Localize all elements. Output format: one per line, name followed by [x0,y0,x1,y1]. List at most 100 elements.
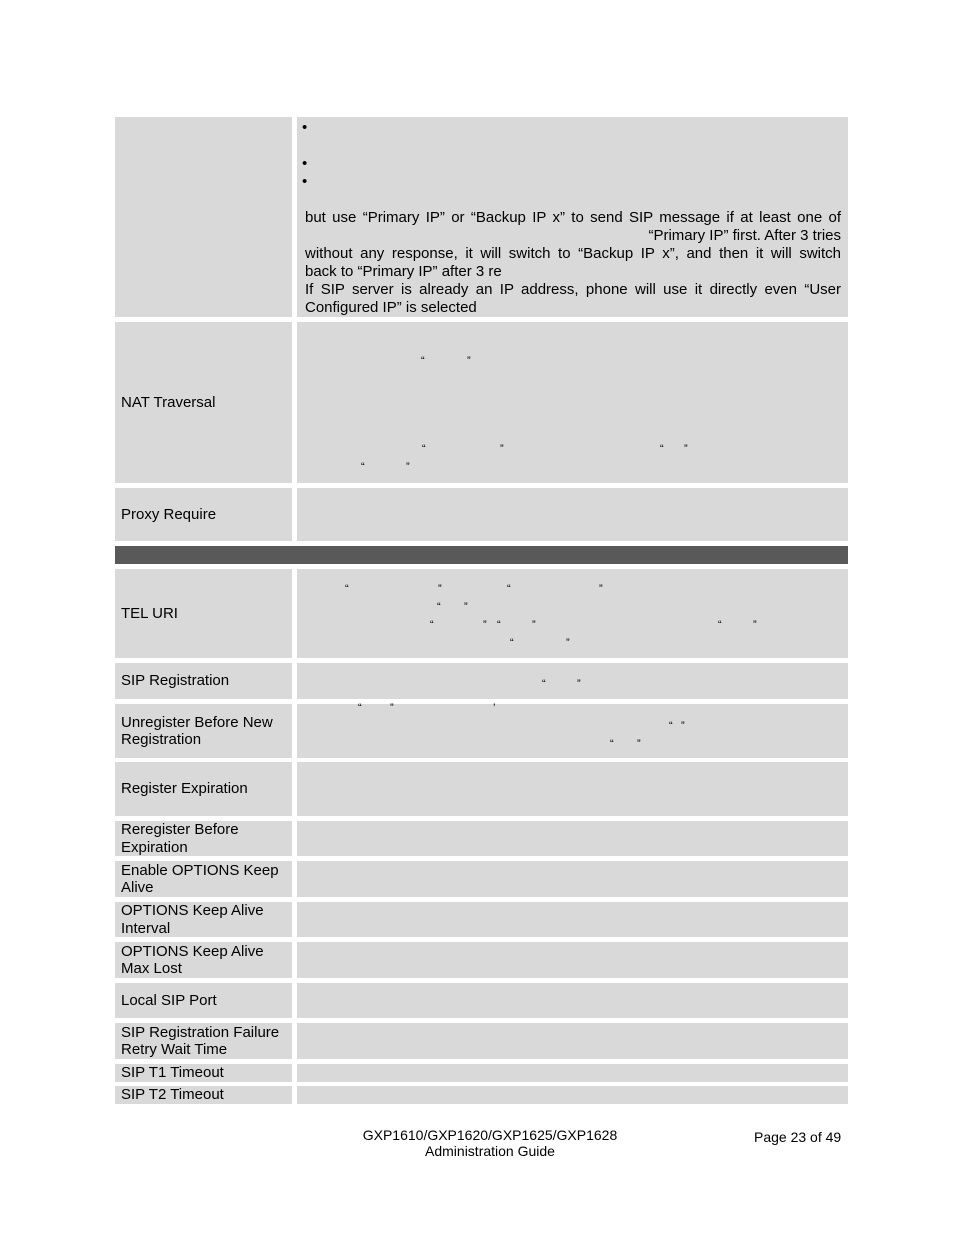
quote-mark: ” [681,720,685,732]
label-cell: Local SIP Port [115,983,292,1018]
label-cell: TEL URI [115,569,292,658]
description-cell [297,821,848,856]
description-cell: “ ” “ ” “ ” “ ” “ ” “ ” “ ” [297,569,848,658]
description-cell [297,861,848,897]
quote-mark: ” [532,619,536,631]
footer-product: GXP1610/GXP1620/GXP1625/GXP1628 [362,1127,618,1143]
quote-mark: “ [660,443,664,455]
quote-mark: “ [437,601,441,613]
description-cell [297,1064,848,1082]
description-line: back to “Primary IP” after 3 re [305,263,502,280]
description-cell: “ ” [297,663,848,699]
row-label: OPTIONS Keep Alive Interval [121,902,264,937]
label-cell: NAT Traversal [115,322,292,483]
quote-mark: ” [599,583,603,595]
table-row-tel-uri: TEL URI “ ” “ ” “ ” “ ” “ ” “ ” “ ” [115,569,848,658]
quote-mark: “ [510,637,514,649]
quote-mark: ” [464,601,468,613]
table-row-sip-t2-timeout: SIP T2 Timeout [115,1086,848,1104]
quote-mark: “ [497,619,501,631]
table-row-nat-traversal: NAT Traversal “ ” “ ” “ ” “ ” [115,322,848,483]
description-cell: “ ” ’ “ ” “ ” [297,702,848,758]
quote-mark: ” [637,738,641,750]
description-cell [297,1086,848,1104]
quote-mark: “ [422,443,426,455]
quote-mark: “ [542,678,546,690]
page-footer: GXP1610/GXP1620/GXP1625/GXP1628 Administ… [340,1127,640,1159]
row-label: Reregister Before Expiration [121,821,239,856]
description-line: “Primary IP” first. After 3 tries [648,227,841,244]
row-label: Enable OPTIONS Keep Alive [121,861,279,897]
quote-mark: ” [577,678,581,690]
quote-mark: ” [483,619,487,631]
quote-mark: ” [438,583,442,595]
table-row-continuation: • • • but use “Primary IP” or “Backup IP… [115,117,848,317]
row-label: SIP T2 Timeout [121,1086,224,1104]
quote-mark: ” [566,637,570,649]
table-row-proxy-require: Proxy Require [115,488,848,541]
bullet: • [302,155,308,172]
label-cell: Unregister Before New Registration [115,704,292,758]
quote-mark: “ [718,619,722,631]
table-row-options-keep-alive-interval: OPTIONS Keep Alive Interval [115,902,848,937]
label-cell: SIP Registration Failure Retry Wait Time [115,1023,292,1059]
description-cell [297,762,848,816]
row-label: SIP Registration Failure Retry Wait Time [121,1023,280,1059]
page-number: Page 23 of 49 [754,1129,842,1145]
label-cell: OPTIONS Keep Alive Interval [115,902,292,937]
quote-mark: ” [390,702,394,714]
footer-doc-title: Administration Guide [425,1143,555,1159]
description-line: without any response, it will switch to … [305,245,841,262]
label-cell [115,117,292,317]
quote-mark: ” [406,461,410,473]
label-cell: Register Expiration [115,762,292,816]
description-cell [297,902,848,937]
label-cell: SIP Registration [115,663,292,699]
quote-mark: “ [430,619,434,631]
table-row-sip-t1-timeout: SIP T1 Timeout [115,1064,848,1082]
quote-mark: ” [500,443,504,455]
row-label: SIP Registration [121,672,230,690]
row-label: NAT Traversal [121,393,216,411]
label-cell: OPTIONS Keep Alive Max Lost [115,942,292,978]
label-cell: SIP T2 Timeout [115,1086,292,1104]
table-row-register-expiration: Register Expiration [115,762,848,816]
section-header-bar [115,546,848,564]
label-cell: Reregister Before Expiration [115,821,292,856]
table-row-unregister-before-new-registration: Unregister Before New Registration “ ” ’… [115,702,848,758]
quote-mark: “ [669,720,673,732]
bullet: • [302,119,308,136]
description-line: Configured IP” is selected [305,299,477,316]
row-label: Register Expiration [121,780,248,798]
table-row-local-sip-port: Local SIP Port [115,983,848,1018]
description-cell: • • • but use “Primary IP” or “Backup IP… [297,117,848,317]
row-label: Local SIP Port [121,991,217,1009]
description-cell [297,942,848,978]
quote-mark: ” [684,443,688,455]
table-row-reregister-before-expiration: Reregister Before Expiration [115,821,848,856]
quote-mark: ” [467,355,471,367]
description-cell [297,983,848,1018]
quote-mark: “ [358,702,362,714]
quote-mark: “ [421,355,425,367]
quote-mark: “ [610,738,614,750]
quote-mark: ” [753,619,757,631]
description-cell [297,1023,848,1059]
quote-mark: “ [345,583,349,595]
description-line: If SIP server is already an IP address, … [305,281,841,298]
description-cell: “ ” “ ” “ ” “ ” [297,322,848,483]
description-text: but use “Primary IP” or “Backup IP x” to… [305,209,841,317]
row-label: Proxy Require [121,505,217,523]
row-label: SIP T1 Timeout [121,1064,224,1082]
row-label: OPTIONS Keep Alive Max Lost [121,942,264,978]
label-cell: Proxy Require [115,488,292,541]
table-row-sip-registration-failure-retry-wait-time: SIP Registration Failure Retry Wait Time [115,1023,848,1059]
table-row-enable-options-keep-alive: Enable OPTIONS Keep Alive [115,861,848,897]
description-line: but use “Primary IP” or “Backup IP x” to… [305,209,841,226]
table-row-options-keep-alive-max-lost: OPTIONS Keep Alive Max Lost [115,942,848,978]
label-cell: Enable OPTIONS Keep Alive [115,861,292,897]
label-cell: SIP T1 Timeout [115,1064,292,1082]
description-cell [297,488,848,541]
bullet: • [302,173,308,190]
table-row-sip-registration: SIP Registration “ ” [115,663,848,699]
